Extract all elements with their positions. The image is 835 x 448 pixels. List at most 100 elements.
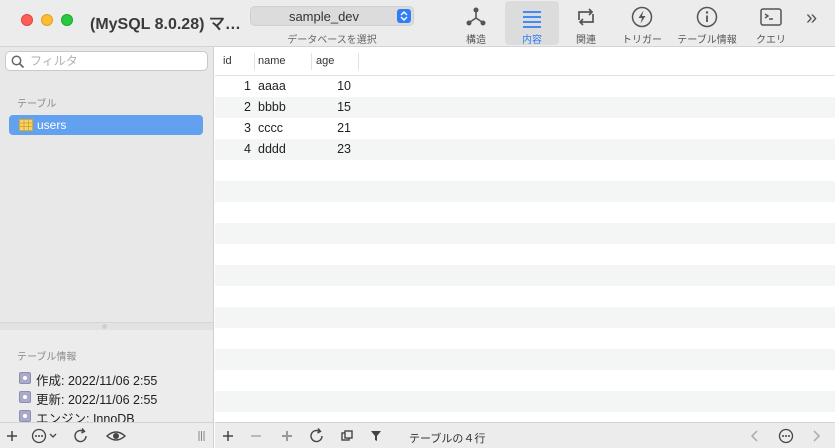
empty-row [215,412,835,422]
empty-row [215,160,835,181]
triggers-tab-button[interactable]: トリガー [616,0,668,46]
delete-row-button[interactable] [248,426,264,446]
table-content-grid: id name age 1 aaaa 10 2 bbbb 15 3 cccc 21 4 dddd 23 [215,47,835,422]
empty-row [215,349,835,370]
empty-row [215,328,835,349]
plus-icon [223,431,233,441]
grid-header: id name age [215,47,835,76]
tables-heading: テーブル [17,99,57,110]
column-header-age[interactable]: age [316,55,334,67]
lightning-icon [631,6,653,28]
triggers-tab-label: トリガー [622,35,662,46]
empty-row [215,391,835,412]
content-bottom-bar: テーブルの４行 [215,422,835,448]
empty-row [215,307,835,328]
splitter-handle-icon [102,324,107,329]
cell-id[interactable]: 3 [215,121,251,135]
zoom-window-button[interactable] [61,14,73,26]
eye-icon [105,431,127,441]
content-tab-label: 内容 [522,35,542,46]
cell-age[interactable]: 21 [311,121,351,135]
cell-name[interactable]: cccc [258,121,308,135]
minimize-window-button[interactable] [41,14,53,26]
table-row[interactable]: 4 dddd 23 [215,139,835,160]
table-actions-menu-button[interactable] [30,426,60,446]
cell-id[interactable]: 4 [215,142,251,156]
columns-button[interactable] [339,426,355,446]
add-row-button[interactable] [220,426,236,446]
database-select[interactable]: sample_dev [250,6,414,26]
filter-button[interactable] [368,426,384,446]
info-icon [696,6,718,28]
cell-name[interactable]: bbbb [258,100,308,114]
column-header-name[interactable]: name [258,55,286,67]
refresh-tables-button[interactable] [72,426,90,446]
empty-row [215,286,835,307]
info-created-text: 作成: 2022/11/06 2:55 [36,374,158,388]
empty-row [215,265,835,286]
column-divider[interactable] [358,53,359,70]
add-table-button[interactable] [3,426,21,446]
cell-age[interactable]: 23 [311,142,351,156]
sidebar-resize-handle[interactable] [194,426,208,446]
filter-icon [371,431,381,441]
cell-id[interactable]: 1 [215,79,251,93]
resize-grip-icon [198,431,205,441]
toggle-visibility-button[interactable] [105,426,127,446]
plus-bold-icon [282,431,292,441]
search-icon [11,55,25,69]
column-header-id[interactable]: id [223,55,232,67]
columns-icon [341,430,353,441]
plus-icon [7,431,17,441]
relations-tab-label: 関連 [576,35,596,46]
toolbar-overflow-button[interactable]: » [806,7,817,30]
refresh-icon [310,428,323,443]
chevron-updown-icon [397,9,411,23]
window-title: (MySQL 8.0.28) マ… [90,16,240,33]
terminal-icon [760,8,782,26]
table-filter-input[interactable] [30,53,200,69]
table-info-tab-label: テーブル情報 [677,35,737,46]
cell-name[interactable]: dddd [258,142,308,156]
cell-age[interactable]: 15 [311,100,351,114]
minus-icon [251,435,261,437]
table-info-heading: テーブル情報 [17,352,77,363]
empty-row [215,244,835,265]
sidebar-splitter[interactable] [0,322,213,330]
refresh-rows-button[interactable] [308,426,326,446]
cell-name[interactable]: aaaa [258,79,308,93]
info-item-icon [19,410,31,422]
info-item-icon [19,391,31,403]
refresh-icon [74,428,87,443]
empty-row [215,181,835,202]
sidebar-item-users[interactable]: users [9,115,203,135]
column-divider[interactable] [254,53,255,70]
more-options-icon [31,428,57,444]
close-window-button[interactable] [21,14,33,26]
query-tab-label: クエリ [756,35,786,46]
content-tab-button[interactable]: 内容 [505,1,559,46]
duplicate-row-button[interactable] [279,426,295,446]
relations-tab-button[interactable]: 関連 [561,0,611,46]
structure-tab-button[interactable]: 構造 [451,0,501,46]
more-options-icon [778,428,794,444]
pagination-options-button[interactable] [777,426,795,446]
table-icon [19,119,33,131]
sidebar: テーブル users テーブル情報 作成: 2022/11/06 2:55 更新… [0,47,214,448]
cell-id[interactable]: 2 [215,100,251,114]
empty-row [215,223,835,244]
cell-age[interactable]: 10 [311,79,351,93]
previous-page-button[interactable] [748,426,762,446]
table-row[interactable]: 3 cccc 21 [215,118,835,139]
column-divider[interactable] [311,53,312,70]
table-info-panel: テーブル情報 作成: 2022/11/06 2:55 更新: 2022/11/0… [0,330,213,426]
query-tab-button[interactable]: クエリ [746,0,796,46]
info-item-icon [19,372,31,384]
table-info-tab-button[interactable]: テーブル情報 [674,0,740,46]
table-filter[interactable] [5,51,208,71]
table-row[interactable]: 1 aaaa 10 [215,76,835,97]
table-row[interactable]: 2 bbbb 15 [215,97,835,118]
row-count-label: テーブルの４行 [409,433,486,445]
database-select-value: sample_dev [288,9,360,24]
next-page-button[interactable] [809,426,823,446]
